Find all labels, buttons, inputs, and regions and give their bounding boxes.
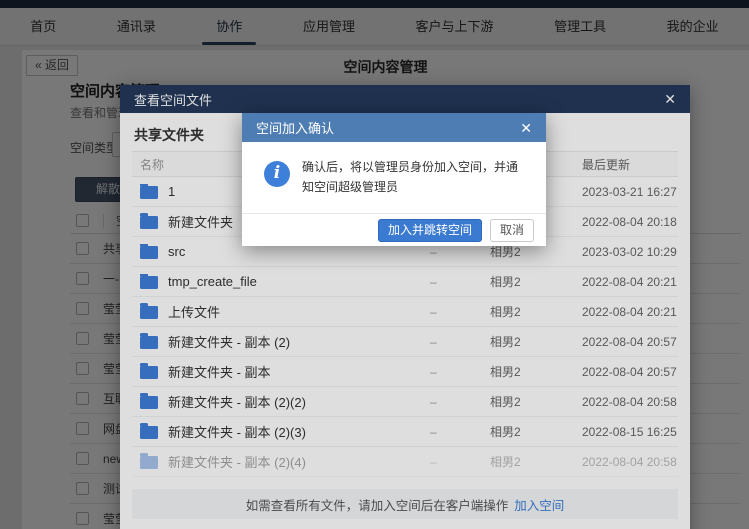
space-join-confirm-dialog: 空间加入确认 ✕ i 确认后，将以管理员身份加入空间，并通知空间超级管理员 加入… [242, 113, 546, 246]
confirm-message: 确认后，将以管理员身份加入空间，并通知空间超级管理员 [302, 157, 526, 197]
cancel-button[interactable]: 取消 [490, 219, 534, 242]
info-icon: i [264, 161, 290, 187]
dialog-close-icon[interactable]: ✕ [520, 121, 532, 135]
confirm-dialog-title: 空间加入确认 [256, 118, 520, 137]
dialog-overlay [0, 0, 749, 529]
screen: 首页通讯录协作应用管理客户与上下游管理工具我的企业 « 返回 空间内容管理 空间… [0, 0, 749, 529]
confirm-dialog-footer: 加入并跳转空间 取消 [242, 213, 546, 246]
join-and-jump-button[interactable]: 加入并跳转空间 [378, 219, 482, 242]
confirm-dialog-body: i 确认后，将以管理员身份加入空间，并通知空间超级管理员 [242, 142, 546, 197]
confirm-dialog-header: 空间加入确认 ✕ [242, 113, 546, 142]
